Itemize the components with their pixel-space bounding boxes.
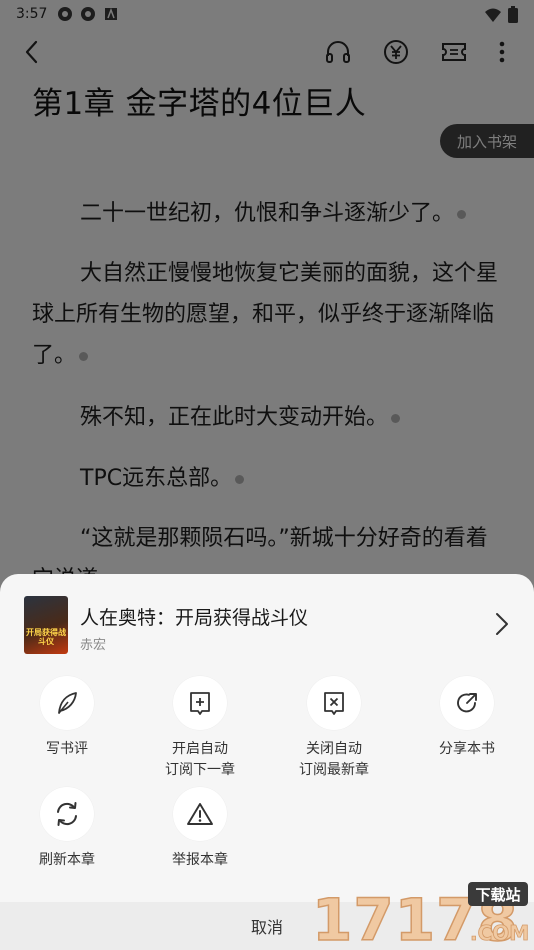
auto-subscribe-next-button[interactable]: 开启自动 订阅下一章	[133, 676, 267, 781]
share-arrow-icon	[457, 693, 477, 713]
cover-title: 开局获得战斗仪	[26, 628, 66, 646]
action-circle	[40, 676, 94, 730]
action-circle	[173, 787, 227, 841]
action-label: 写书评	[46, 741, 88, 757]
book-info-row[interactable]: 开局获得战斗仪 人在奥特：开局获得战斗仪 赤宏	[0, 594, 534, 658]
action-label: 开启自动 订阅下一章	[165, 741, 235, 778]
action-circle	[440, 676, 494, 730]
warning-icon	[187, 803, 213, 825]
share-book-button[interactable]: 分享本书	[400, 676, 534, 760]
action-label: 分享本书	[439, 741, 495, 757]
site-watermark-logo: 17178 下载站 .COM	[311, 882, 530, 950]
quill-icon	[58, 692, 77, 714]
report-chapter-button[interactable]: 举报本章	[133, 787, 267, 871]
plus-square-icon	[190, 692, 210, 715]
action-label: 刷新本章	[39, 852, 95, 868]
refresh-chapter-button[interactable]: 刷新本章	[0, 787, 134, 871]
write-review-button[interactable]: 写书评	[0, 676, 134, 760]
watermark-badge: 下载站	[475, 886, 520, 904]
book-cover: 开局获得战斗仪	[24, 596, 68, 654]
action-label: 举报本章	[172, 852, 228, 868]
auto-subscribe-off-button[interactable]: 关闭自动 订阅最新章	[267, 676, 401, 781]
action-circle	[307, 676, 361, 730]
refresh-icon	[57, 802, 77, 826]
action-circle	[40, 787, 94, 841]
x-square-icon	[324, 692, 344, 715]
watermark-suffix: .COM	[470, 921, 529, 945]
action-circle	[173, 676, 227, 730]
book-title: 人在奥特：开局获得战斗仪	[80, 607, 309, 629]
book-author: 赤宏	[80, 638, 107, 653]
action-label: 关闭自动 订阅最新章	[299, 741, 369, 778]
chevron-right-icon	[496, 613, 508, 635]
